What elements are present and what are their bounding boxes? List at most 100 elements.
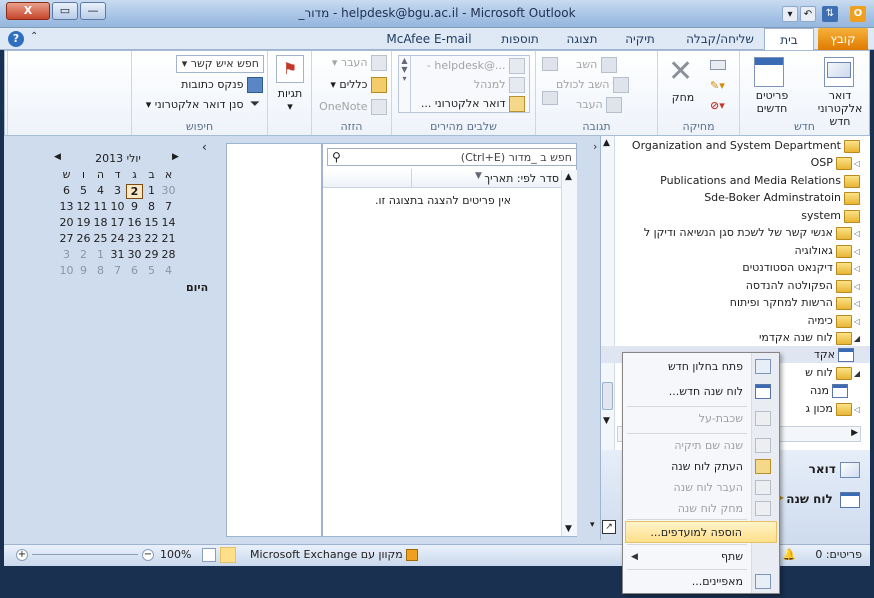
normal-view-icon[interactable] [220,547,236,563]
calendar-day[interactable]: 3 [58,248,75,261]
clean-up-icon[interactable]: ✎▾ [710,79,730,95]
nav-scroll-up-icon[interactable]: ▲ [603,138,610,148]
folder-item[interactable]: ◁כימיה [807,312,860,329]
tab-view[interactable]: תצוגה [558,28,606,50]
rules-button[interactable]: כללים ▾ [330,77,387,93]
folder-item[interactable]: Sde-Boker Adminstratoin [704,189,860,206]
folder-item[interactable]: ◁הרשות למחקר ופיתוח [730,294,860,311]
calendar-day[interactable]: 9 [126,200,143,213]
calendar-day[interactable]: 7 [160,200,177,213]
calendar-day[interactable]: 6 [58,184,75,197]
todo-collapse-icon[interactable]: ‹ [202,140,207,154]
move-button[interactable]: העבר ▾ [332,55,387,71]
calendar-day[interactable]: 5 [143,264,160,277]
collapse-nav-icon[interactable]: › [593,140,597,153]
quick-steps-scroll[interactable]: ▲ ▼ ▾ [399,56,411,112]
address-book-button[interactable]: פנקס כתובות [181,77,263,93]
calendar-day[interactable]: 31 [109,248,126,261]
calendar-day[interactable]: 20 [58,216,75,229]
zoom-slider[interactable]: + − [16,549,156,561]
folder-item[interactable]: ◁מכון ג [806,400,860,417]
folder-item[interactable]: ◁דיקנאט הסטודנטים [742,259,860,276]
reminders-icon[interactable]: 🔔 [782,548,796,561]
calendar-day[interactable]: 4 [92,184,109,197]
onenote-button[interactable]: OneNote [319,99,387,115]
calendar-day[interactable]: 13 [58,200,75,213]
tab-file[interactable]: קובץ [818,28,868,50]
calendar-day[interactable]: 30 [126,248,143,261]
calendar-day[interactable]: 27 [58,232,75,245]
menu-add-to-favorites[interactable]: הוספה למועדפים... [625,521,777,543]
tab-send-receive[interactable]: שליחה/קבלה [680,28,760,50]
folder-item[interactable]: ◢לוח ש [805,364,860,381]
calendar-day[interactable]: 17 [109,216,126,229]
zoom-in-icon[interactable]: + [16,549,28,561]
calendar-day[interactable]: 24 [109,232,126,245]
nav-scroll-thumb[interactable] [602,382,613,410]
ignore-icon[interactable] [710,57,730,73]
calendar-day[interactable]: 10 [109,200,126,213]
arrange-by-label[interactable]: סדר לפי: תאריך [484,172,559,185]
new-items-button[interactable]: פריטים חדשים [742,89,802,115]
quick-step-manager[interactable]: למנהל [474,77,525,93]
zoom-out-icon[interactable]: − [142,549,154,561]
nav-options-arrow-icon[interactable]: ▾ [590,520,595,530]
menu-move-calendar[interactable]: העבר לוח שנה [625,477,777,499]
folder-item-academic-calendar[interactable]: ◢לוח שנה אקדמי [759,329,860,346]
calendar-day[interactable]: 15 [143,216,160,229]
nav-scroll-down-icon[interactable]: ▼ [603,416,610,426]
calendar-day[interactable]: 1 [92,248,109,261]
calendar-day[interactable]: 5 [75,184,92,197]
menu-open-new-window[interactable]: פתח בחלון חדש [625,356,777,378]
folder-item[interactable]: מנה [810,382,848,399]
search-box[interactable]: חפש ב _מדור (Ctrl+E) ⚲ [327,148,577,166]
calendar-day[interactable]: 25 [92,232,109,245]
tab-addins[interactable]: תוספות [490,28,550,50]
calendar-day[interactable]: 16 [126,216,143,229]
meeting-reply-icon[interactable] [542,57,558,71]
arrange-header[interactable]: סדר לפי: תאריך ▼ [323,169,563,188]
junk-icon[interactable]: ⊘▾ [710,99,730,115]
delete-button[interactable]: מחק [668,91,698,104]
filter-email-button[interactable]: ⏷ סנן דואר אלקטרוני ▾ [146,97,263,113]
quick-step-helpdesk[interactable]: ...@helpdesk - [427,58,525,74]
calendar-day[interactable]: 14 [160,216,177,229]
reading-view-icon[interactable] [202,548,216,562]
menu-overlay[interactable]: שכבת-על [625,408,777,430]
calendar-day[interactable]: 8 [143,200,160,213]
calendar-day[interactable]: 26 [75,232,92,245]
calendar-day[interactable]: 4 [160,264,177,277]
search-icon[interactable]: ⚲ [332,150,341,164]
calendar-day[interactable]: 30 [160,184,177,197]
calendar-day[interactable]: 12 [75,200,92,213]
calendar-day[interactable]: 9 [75,264,92,277]
nav-calendar-button[interactable]: לוח שנה [786,486,860,512]
calendar-day[interactable]: 10 [58,264,75,277]
prev-month-icon[interactable]: ◀ [54,152,61,162]
menu-rename-folder[interactable]: שנה שם תיקיה [625,435,777,457]
forward-button[interactable]: העבר [576,97,623,113]
zoom-level[interactable]: 100% [160,548,191,561]
calendar-day[interactable]: 1 [143,184,160,197]
menu-delete-calendar[interactable]: מחק לוח שנה [625,498,777,520]
calendar-day[interactable]: 21 [160,232,177,245]
send-receive-icon[interactable]: ⇅ [822,6,838,22]
calendar-day[interactable]: 2 [126,184,143,199]
calendar-day[interactable]: 3 [109,184,126,197]
next-month-icon[interactable]: ▶ [172,152,179,162]
sort-arrow-icon[interactable]: ▼ [475,171,482,181]
calendar-day[interactable]: 8 [92,264,109,277]
tags-button[interactable]: תגיות ▾ [272,87,308,113]
menu-properties[interactable]: מאפיינים... [625,571,777,593]
folder-item[interactable]: ◁OSP [811,154,860,171]
calendar-day[interactable]: 28 [160,248,177,261]
menu-copy-calendar[interactable]: העתק לוח שנה [625,456,777,478]
menu-new-calendar[interactable]: לוח שנה חדש... [625,381,777,403]
calendar-day[interactable]: 2 [75,248,92,261]
calendar-day[interactable]: 19 [75,216,92,229]
menu-share[interactable]: שתף ◀ [625,546,777,568]
scroll-right-icon[interactable]: ▶ [851,428,858,438]
reply-all-button[interactable]: השב לכולם [556,77,629,93]
help-icon[interactable]: ? [8,31,24,47]
calendar-day[interactable]: 22 [143,232,160,245]
